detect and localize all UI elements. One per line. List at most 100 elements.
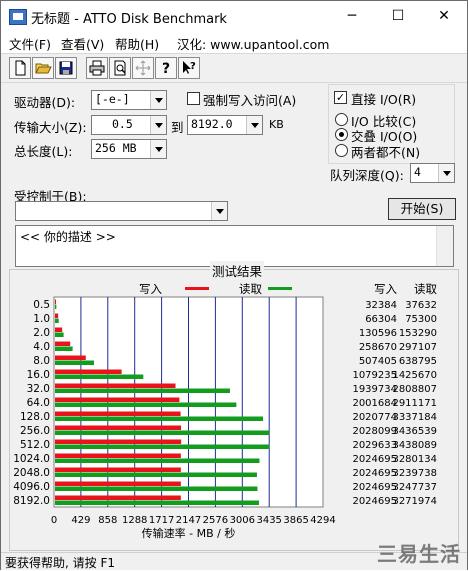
bar-write xyxy=(55,327,63,332)
y-tick-label: 4096.0 xyxy=(13,481,50,493)
overlapped-io-radio[interactable] xyxy=(335,128,348,141)
y-tick-label: 64.0 xyxy=(27,397,50,409)
chevron-down-icon[interactable] xyxy=(150,91,166,109)
y-tick-label: 256.0 xyxy=(20,425,50,437)
bar-write xyxy=(55,355,86,360)
read-value: 3247737 xyxy=(392,482,437,493)
drive-value: [-e-] xyxy=(95,92,130,106)
results-chart: 0 429 858 1288 1717 2147 2576 3006 3435 3865 4294 传… xyxy=(13,282,437,540)
menu-view[interactable]: 查看(V) xyxy=(61,34,104,53)
x-tick-label: 2576 xyxy=(203,515,228,526)
x-tick-label: 2147 xyxy=(176,515,201,526)
io-compare-radio[interactable] xyxy=(335,113,348,126)
bar-write xyxy=(55,397,180,402)
queue-depth-select[interactable]: 4 xyxy=(410,163,455,183)
y-tick-label: 1.0 xyxy=(33,313,50,325)
app-icon[interactable] xyxy=(9,9,27,25)
y-tick-label: 8.0 xyxy=(33,355,50,367)
read-value: 297107 xyxy=(399,342,437,353)
print-icon[interactable] xyxy=(86,57,108,79)
read-value: 37632 xyxy=(405,300,437,311)
app-window: 无标题 - ATTO Disk Benchmark ─ ☐ ✕ 文件(F) 查看… xyxy=(0,0,468,570)
transfer-to-label: 到 xyxy=(171,120,184,135)
chevron-down-icon[interactable] xyxy=(150,116,166,134)
controlled-by-select[interactable] xyxy=(15,201,228,221)
x-tick-label: 4294 xyxy=(310,515,335,526)
total-length-label: 总长度(L): xyxy=(14,144,73,159)
chevron-down-icon[interactable] xyxy=(211,202,227,220)
menu-file[interactable]: 文件(F) xyxy=(9,34,51,53)
bar-write xyxy=(55,341,71,346)
neither-radio[interactable] xyxy=(335,144,348,157)
read-value: 638795 xyxy=(399,356,437,367)
read-value: 75300 xyxy=(405,314,437,325)
description-scrollbar[interactable] xyxy=(436,226,453,266)
maximize-button[interactable]: ☐ xyxy=(375,1,421,31)
bar-read xyxy=(55,444,270,449)
direct-io-checkbox[interactable]: ✓ xyxy=(334,91,347,104)
y-tick-label: 8192.0 xyxy=(13,495,50,507)
bar-write xyxy=(55,439,182,444)
force-write-label[interactable]: 强制写入访问(A) xyxy=(203,90,296,109)
force-write-checkbox[interactable] xyxy=(187,92,200,105)
y-tick-label: 32.0 xyxy=(27,383,50,395)
transfer-to-select[interactable]: 8192.0 xyxy=(187,115,263,135)
bar-write xyxy=(55,481,181,486)
y-tick-label: 128.0 xyxy=(20,411,50,423)
write-value: 2028099 xyxy=(352,426,397,437)
title-bar[interactable]: 无标题 - ATTO Disk Benchmark ─ ☐ ✕ xyxy=(1,1,467,31)
bar-write xyxy=(55,467,181,472)
write-value: 1079235 xyxy=(352,370,397,381)
write-value: 2020774 xyxy=(352,412,397,423)
bar-read xyxy=(55,388,230,393)
neither-label[interactable]: 两者都不(N) xyxy=(351,142,420,161)
write-value: 32384 xyxy=(365,300,397,311)
bar-read xyxy=(55,332,64,337)
write-value: 2024695 xyxy=(352,482,397,493)
chevron-down-icon[interactable] xyxy=(150,140,166,158)
write-value: 2024695 xyxy=(352,496,397,507)
context-help-icon[interactable]: ? xyxy=(178,57,200,79)
read-value: 153290 xyxy=(399,328,437,339)
read-value: 3438089 xyxy=(392,440,437,451)
open-folder-icon[interactable] xyxy=(32,57,54,79)
bar-read xyxy=(55,304,57,309)
start-button[interactable]: 开始(S) xyxy=(388,198,456,220)
read-value: 3436539 xyxy=(392,426,437,437)
print-preview-icon[interactable] xyxy=(109,57,131,79)
bar-write xyxy=(55,425,182,430)
x-tick-label: 429 xyxy=(71,515,90,526)
help-icon[interactable]: ? xyxy=(155,57,177,79)
bar-read xyxy=(55,402,237,407)
minimize-button[interactable]: ─ xyxy=(329,1,375,31)
bar-write xyxy=(55,453,181,458)
menu-localization-credit: 汉化: www.upantool.com xyxy=(177,37,330,52)
chevron-down-icon[interactable] xyxy=(438,164,454,182)
close-button[interactable]: ✕ xyxy=(421,1,467,31)
new-file-icon[interactable] xyxy=(9,57,31,79)
write-value: 507405 xyxy=(359,356,397,367)
total-length-select[interactable]: 256 MB xyxy=(91,139,167,159)
bar-write xyxy=(55,411,181,416)
svg-text:?: ? xyxy=(190,61,196,72)
bar-read xyxy=(55,430,270,435)
menu-help[interactable]: 帮助(H) xyxy=(115,34,159,53)
transfer-from-select[interactable]: 0.5 xyxy=(91,115,167,135)
chevron-down-icon[interactable] xyxy=(246,116,262,134)
y-tick-label: 16.0 xyxy=(27,369,50,381)
drive-select[interactable]: [-e-] xyxy=(91,90,167,110)
write-value: 66304 xyxy=(365,314,397,325)
write-value: 2024695 xyxy=(352,468,397,479)
save-icon[interactable] xyxy=(55,57,77,79)
y-tick-label: 2048.0 xyxy=(13,467,50,479)
transfer-unit-label: KB xyxy=(269,118,284,131)
transfer-size-label: 传输大小(Z): xyxy=(14,120,87,135)
bar-read xyxy=(55,416,264,421)
bar-read xyxy=(55,360,95,365)
write-value: 130596 xyxy=(359,328,397,339)
col-write-header: 写入 xyxy=(374,282,397,296)
x-tick-label: 1288 xyxy=(122,515,147,526)
direct-io-label[interactable]: 直接 I/O(R) xyxy=(351,89,416,108)
move-icon xyxy=(132,57,154,79)
write-value: 1939734 xyxy=(352,384,397,395)
